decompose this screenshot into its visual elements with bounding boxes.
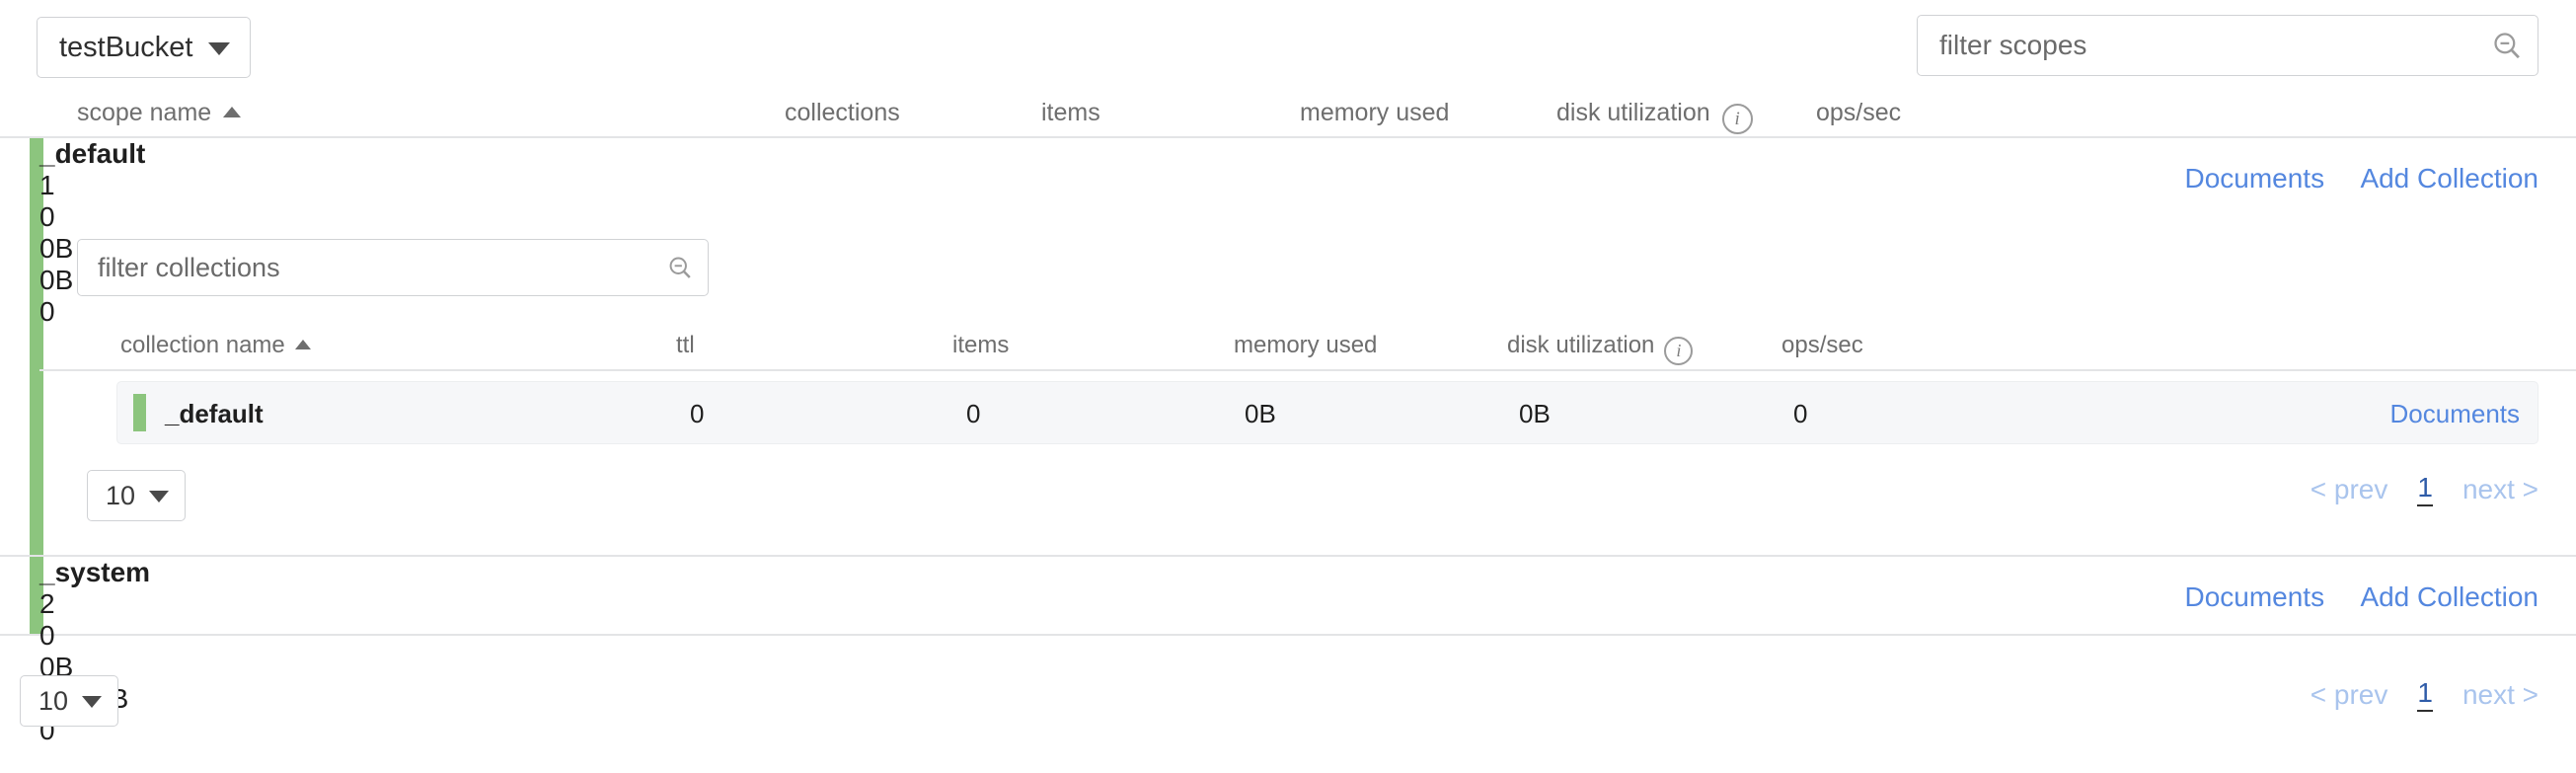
column-header-scope-name[interactable]: scope name (77, 99, 241, 127)
column-header-disk-utilization[interactable]: disk utilizationi (1507, 332, 1693, 365)
collection-disk-utilization: 0B (1519, 399, 1551, 429)
collections-page-size-value: 10 (106, 481, 135, 511)
collection-name: _default (165, 399, 264, 429)
scope-block-default: _default 1 0 0B 0B 0 Documents Add Colle… (0, 138, 2576, 557)
page-number-1[interactable]: 1 (2417, 472, 2433, 506)
scope-ops-sec: 0 (39, 296, 2576, 328)
collection-memory-used: 0B (1245, 399, 1276, 429)
column-header-ttl[interactable]: ttl (676, 332, 695, 359)
page-number-1[interactable]: 1 (2417, 677, 2433, 712)
scopes-page-size-value: 10 (38, 686, 68, 717)
column-header-ops-sec[interactable]: ops/sec (1816, 99, 1901, 127)
collection-actions: Documents (2390, 399, 2521, 429)
scope-memory-used: 0B (39, 233, 2576, 265)
add-collection-link[interactable]: Add Collection (2360, 163, 2538, 193)
column-header-items[interactable]: items (1041, 99, 1100, 127)
scope-items: 0 (39, 201, 2576, 233)
info-circle-icon[interactable]: i (1722, 104, 1753, 134)
collection-ops-sec: 0 (1793, 399, 1807, 429)
column-header-memory-used[interactable]: memory used (1300, 99, 1449, 127)
documents-link[interactable]: Documents (2184, 163, 2324, 193)
scope-actions: Documents Add Collection (2184, 162, 2538, 195)
scope-filter-box[interactable] (1917, 15, 2538, 76)
toolbar: testBucket (0, 0, 2576, 91)
bucket-selector-label: testBucket (59, 32, 192, 64)
chevron-down-icon (82, 696, 102, 708)
collection-accent-bar (133, 394, 146, 431)
triangle-up-icon (223, 107, 241, 117)
prev-page-button[interactable]: < prev (2311, 679, 2388, 711)
scope-block-system: _system 2 0 0B 195KiB 0 Documents Add Co… (0, 557, 2576, 636)
collections-table-header: collection name ttl items memory used di… (39, 326, 2576, 371)
column-header-collections[interactable]: collections (785, 99, 900, 127)
scope-disk-utilization: 0B (39, 265, 2576, 296)
next-page-button[interactable]: next > (2462, 474, 2538, 505)
search-icon[interactable] (666, 254, 694, 281)
scopes-page-nav: < prev 1 next > (2311, 677, 2538, 712)
prev-page-button[interactable]: < prev (2311, 474, 2388, 505)
add-collection-link[interactable]: Add Collection (2360, 581, 2538, 612)
scope-items: 0 (39, 620, 2576, 652)
column-header-collection-name[interactable]: collection name (120, 332, 311, 359)
column-header-items[interactable]: items (952, 332, 1009, 359)
column-header-memory-used[interactable]: memory used (1234, 332, 1377, 359)
chevron-down-icon (208, 42, 230, 55)
collection-items: 0 (966, 399, 980, 429)
scope-actions: Documents Add Collection (2184, 580, 2538, 614)
scopes-page-size-selector[interactable]: 10 (20, 675, 118, 727)
documents-link[interactable]: Documents (2390, 399, 2521, 428)
chevron-down-icon (149, 491, 169, 502)
collections-page-nav: < prev 1 next > (2311, 472, 2538, 506)
scope-filter-input[interactable] (1937, 29, 2490, 62)
collections-page-size-selector[interactable]: 10 (87, 470, 186, 521)
column-header-disk-utilization[interactable]: disk utilizationi (1556, 99, 1753, 134)
bucket-selector[interactable]: testBucket (37, 17, 251, 78)
scopes-table-header: scope name collections items memory used… (0, 91, 2576, 138)
info-circle-icon[interactable]: i (1664, 337, 1693, 365)
scopes-pagination: 10 < prev 1 next > (0, 654, 2576, 742)
collections-pagination: 10 < prev 1 next > (39, 462, 2576, 533)
scopes-and-collections-page: testBucket scope name collections items … (0, 0, 2576, 773)
documents-link[interactable]: Documents (2184, 581, 2324, 612)
scope-row[interactable]: _system 2 0 0B 195KiB 0 Documents Add Co… (39, 557, 2576, 634)
triangle-up-icon (295, 340, 311, 349)
scope-row[interactable]: _default 1 0 0B 0B 0 Documents Add Colle… (39, 138, 2576, 215)
column-header-ops-sec[interactable]: ops/sec (1781, 332, 1863, 359)
collection-ttl: 0 (690, 399, 704, 429)
collection-row[interactable]: _default 0 0 0B 0B 0 Documents (116, 381, 2538, 444)
search-icon[interactable] (2490, 29, 2524, 62)
next-page-button[interactable]: next > (2462, 679, 2538, 711)
